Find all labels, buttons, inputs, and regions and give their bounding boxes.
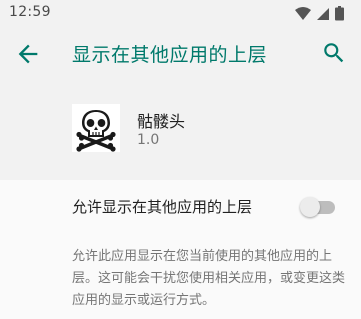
- pref-summary: 允许此应用显示在您当前使用的其他应用的上层。这可能会干扰您使用相关应用，或变更这…: [72, 249, 346, 308]
- app-version: 1.0: [137, 132, 160, 148]
- search-icon: [324, 43, 344, 63]
- status-bar: 12:59: [0, 0, 361, 26]
- app-header: 骷髅头 1.0: [0, 80, 361, 180]
- search-button[interactable]: [321, 40, 349, 68]
- wifi-icon: [295, 7, 311, 20]
- status-time: 12:59: [9, 4, 51, 20]
- overlay-permission-row[interactable]: 允许显示在其他应用的上层: [0, 180, 361, 232]
- pref-title: 允许显示在其他应用的上层: [72, 198, 253, 216]
- status-icons: [293, 5, 353, 21]
- cell-signal-icon: [317, 8, 329, 20]
- back-button[interactable]: [14, 40, 42, 68]
- toggle-thumb: [300, 197, 320, 217]
- arrow-back-icon: [18, 44, 38, 64]
- app-icon: [72, 104, 120, 152]
- settings-area: 允许显示在其他应用的上层 允许此应用显示在您当前使用的其他应用的上层。这可能会干…: [0, 180, 361, 319]
- overlay-permission-toggle[interactable]: [300, 197, 336, 217]
- skull-crossbones-icon: [76, 110, 116, 152]
- app-bar: 显示在其他应用的上层: [0, 26, 361, 80]
- battery-icon: [335, 6, 344, 21]
- app-name: 骷髅头: [137, 112, 186, 131]
- page-title: 显示在其他应用的上层: [72, 44, 268, 66]
